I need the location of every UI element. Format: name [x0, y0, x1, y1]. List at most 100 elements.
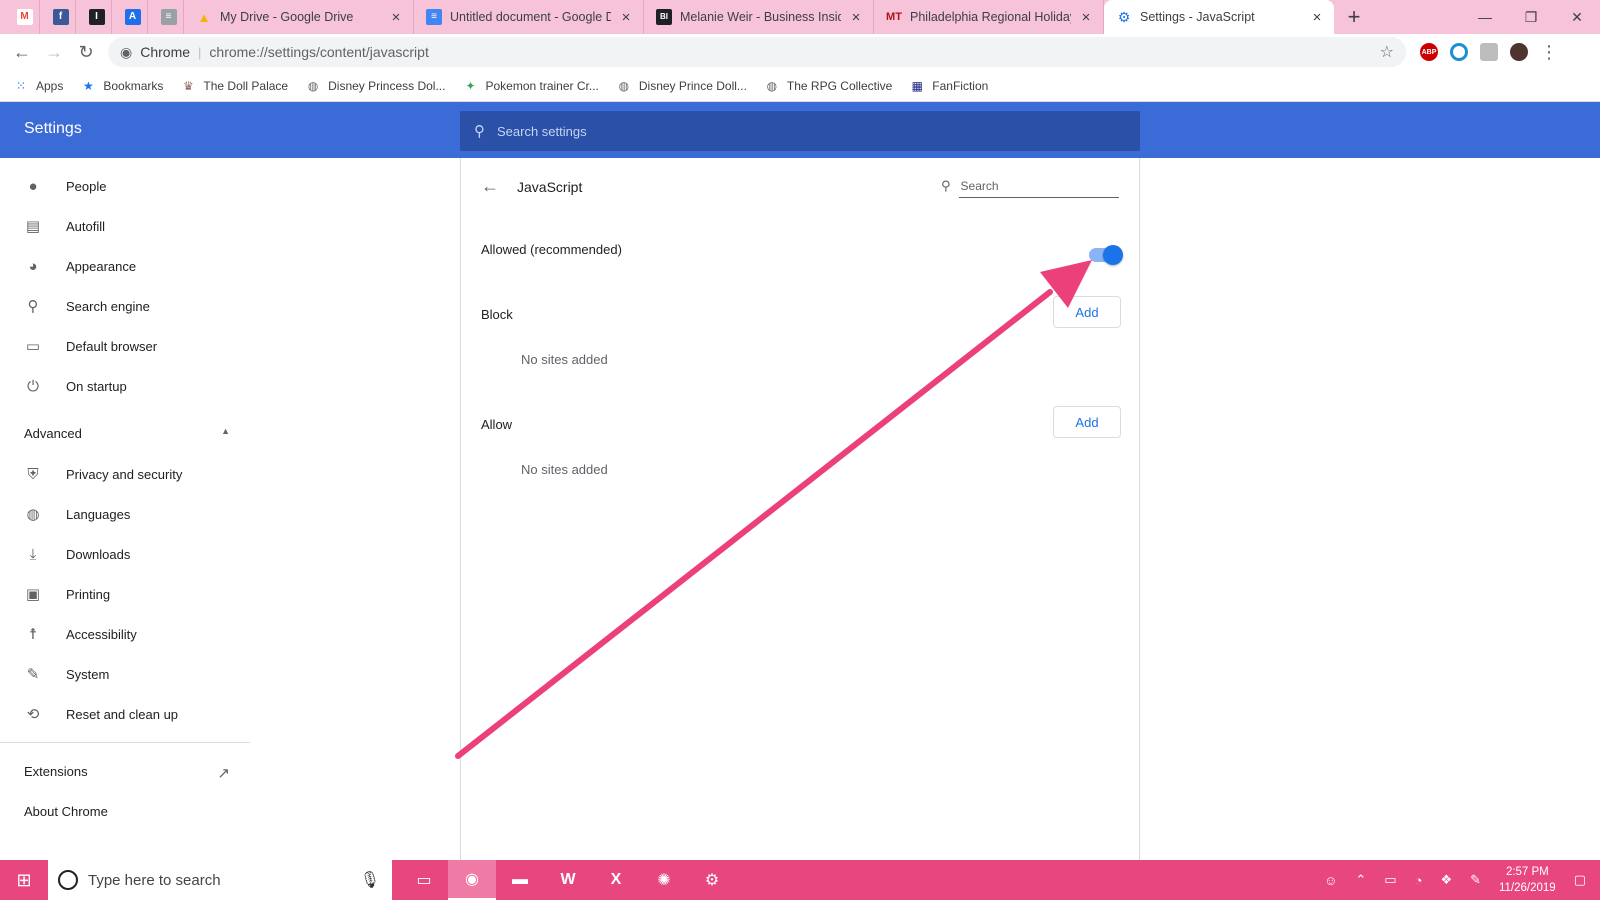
tab-google-drive[interactable]: ▲ My Drive - Google Drive × — [184, 0, 414, 34]
bookmark-disney-princess[interactable]: ◍ Disney Princess Dol... — [306, 78, 446, 93]
word-icon[interactable]: W — [544, 860, 592, 900]
address-bar[interactable]: ◉ Chrome | chrome://settings/content/jav… — [108, 37, 1406, 67]
bookmark-bookmarks[interactable]: ★ Bookmarks — [81, 79, 163, 93]
avatar[interactable] — [1510, 43, 1528, 61]
task-view-icon[interactable]: ▭ — [400, 860, 448, 900]
sidebar-item-appearance[interactable]: ◕ Appearance — [0, 246, 250, 286]
extension-ring-icon[interactable] — [1450, 43, 1468, 61]
tab-app-icon: A — [124, 9, 141, 25]
tab-title: My Drive - Google Drive — [220, 10, 354, 24]
window-controls: — ❐ ✕ — [1462, 0, 1600, 34]
back-arrow-icon[interactable]: ← — [481, 176, 499, 197]
globe-icon: ◍ — [307, 78, 319, 93]
site-info-icon[interactable]: ◉ — [120, 44, 132, 61]
pinned-tab-app[interactable]: A — [118, 0, 148, 34]
close-icon[interactable]: × — [619, 9, 633, 26]
windows-start-icon[interactable]: ⊞ — [0, 860, 48, 900]
javascript-allowed-toggle[interactable] — [1089, 245, 1123, 265]
clock-date: 11/26/2019 — [1499, 882, 1556, 894]
bookmark-fanfiction[interactable]: ▦ FanFiction — [910, 79, 989, 93]
sidebar-item-extensions[interactable]: Extensions ↗ — [24, 764, 230, 782]
pinned-tab-generic[interactable]: ≡ — [154, 0, 184, 34]
minimize-button[interactable]: — — [1462, 0, 1508, 34]
bookmark-pokemon[interactable]: ✦ Pokemon trainer Cr... — [463, 79, 598, 93]
chrome-icon[interactable]: ◉ — [448, 860, 496, 900]
block-add-button[interactable]: Add — [1053, 296, 1121, 328]
sidebar-item-languages[interactable]: ◍ Languages — [0, 494, 250, 534]
pinned-tab-gmail[interactable]: M — [10, 0, 40, 34]
bookmark-rpg-collective[interactable]: ◍ The RPG Collective — [765, 78, 893, 93]
sidebar-item-label: Search engine — [66, 298, 150, 314]
sidebar-item-printing[interactable]: ▣ Printing — [0, 574, 250, 614]
mt-icon: MT — [886, 10, 902, 23]
bookmark-disney-prince[interactable]: ◍ Disney Prince Doll... — [617, 79, 747, 93]
wifi-icon[interactable]: ◔ — [1415, 873, 1423, 888]
sidebar-item-downloads[interactable]: ⤓ Downloads — [0, 534, 250, 574]
settings-gear-icon: ⚙ — [1117, 9, 1131, 25]
battery-icon[interactable]: ▭ — [1384, 872, 1396, 888]
excel-icon[interactable]: X — [592, 860, 640, 900]
sidebar-item-privacy[interactable]: ⛨ Privacy and security — [0, 454, 250, 494]
bookmark-label: The Doll Palace — [203, 78, 289, 93]
close-icon[interactable]: × — [849, 9, 863, 26]
sidebar-item-reset[interactable]: ⟲ Reset and clean up — [0, 694, 250, 734]
tab-strip: M f I A ≡ ▲ My Drive - Google Drive × ≡ … — [0, 0, 1600, 34]
menu-kebab-icon[interactable]: ⋮ — [1540, 42, 1558, 63]
pen-icon[interactable]: ✎ — [1470, 872, 1481, 888]
notifications-icon[interactable]: ▢ — [1574, 872, 1586, 888]
people-icon[interactable]: ☺ — [1324, 873, 1337, 888]
close-window-button[interactable]: ✕ — [1554, 0, 1600, 34]
url-text[interactable]: chrome://settings/content/javascript — [209, 44, 1371, 60]
dropbox-icon[interactable]: ❖ — [1440, 872, 1452, 888]
subpage-search-input[interactable]: ⚲ Search — [941, 174, 1119, 198]
bookmark-star-icon[interactable]: ☆ — [1380, 42, 1394, 62]
taskbar-clock[interactable]: 2:57 PM 11/26/2019 — [1499, 864, 1556, 896]
globe-icon: ◍ — [766, 78, 778, 93]
search-field[interactable]: Search — [958, 174, 1119, 198]
sidebar-item-label: Downloads — [66, 546, 131, 562]
sidebar-item-system[interactable]: ✎ System — [0, 654, 250, 694]
bookmark-apps[interactable]: ⁙ Apps — [14, 79, 63, 93]
sidebar-item-search-engine[interactable]: ⚲ Search engine — [0, 286, 250, 326]
person-icon: ● — [28, 177, 38, 195]
new-tab-button[interactable]: + — [1334, 0, 1374, 34]
allow-add-button[interactable]: Add — [1053, 406, 1121, 438]
tab-business-insider[interactable]: BI Melanie Weir - Business Insider × — [644, 0, 874, 34]
settings-icon[interactable]: ⚙ — [688, 860, 736, 900]
sidebar-item-autofill[interactable]: ▤ Autofill — [0, 206, 250, 246]
close-icon[interactable]: × — [1079, 9, 1093, 26]
paint-icon[interactable]: ✺ — [640, 860, 688, 900]
adblock-plus-icon[interactable]: ABP — [1420, 43, 1438, 61]
tab-philadelphia[interactable]: MT Philadelphia Regional Holiday E × — [874, 0, 1104, 34]
tab-google-docs[interactable]: ≡ Untitled document - Google Do × — [414, 0, 644, 34]
reload-button[interactable]: ↻ — [70, 36, 102, 68]
tab-settings-javascript[interactable]: ⚙ Settings - JavaScript × — [1104, 0, 1334, 34]
extensions-area: ABP ⋮ — [1420, 42, 1558, 63]
back-button[interactable]: ← — [6, 36, 38, 68]
restore-button[interactable]: ❐ — [1508, 0, 1554, 34]
microphone-icon[interactable]: 🎙 — [360, 870, 380, 890]
pinned-tab-instapaper[interactable]: I — [82, 0, 112, 34]
close-icon[interactable]: × — [389, 9, 403, 26]
taskbar-search-input[interactable]: Type here to search 🎙 — [48, 860, 392, 900]
power-icon: ⏻ — [27, 377, 39, 395]
file-explorer-icon[interactable]: ▬ — [496, 860, 544, 900]
sidebar-item-people[interactable]: ● People — [0, 166, 250, 206]
close-icon[interactable]: × — [1310, 9, 1324, 26]
extension-puzzle-icon[interactable] — [1480, 43, 1498, 61]
bookmark-doll-palace[interactable]: ♛ The Doll Palace — [181, 79, 288, 93]
bookmark-label: Bookmarks — [103, 78, 164, 93]
sidebar-item-about[interactable]: About Chrome — [24, 804, 108, 819]
sidebar-item-accessibility[interactable]: ☨ Accessibility — [0, 614, 250, 654]
advanced-toggle[interactable]: Advanced ▲ — [24, 426, 230, 441]
settings-search-input[interactable]: ⚲ Search settings — [460, 111, 1140, 151]
forward-button[interactable]: → — [38, 36, 70, 68]
tab-title: Melanie Weir - Business Insider — [680, 10, 841, 24]
sidebar-item-default-browser[interactable]: ▭ Default browser — [0, 326, 250, 366]
open-external-icon: ↗ — [217, 765, 230, 782]
sidebar-item-label: Languages — [66, 506, 131, 522]
facebook-icon: f — [52, 9, 69, 25]
chevron-up-icon[interactable]: ⌃ — [1355, 872, 1366, 888]
sidebar-item-on-startup[interactable]: ⏻ On startup — [0, 366, 250, 406]
pinned-tab-facebook[interactable]: f — [46, 0, 76, 34]
